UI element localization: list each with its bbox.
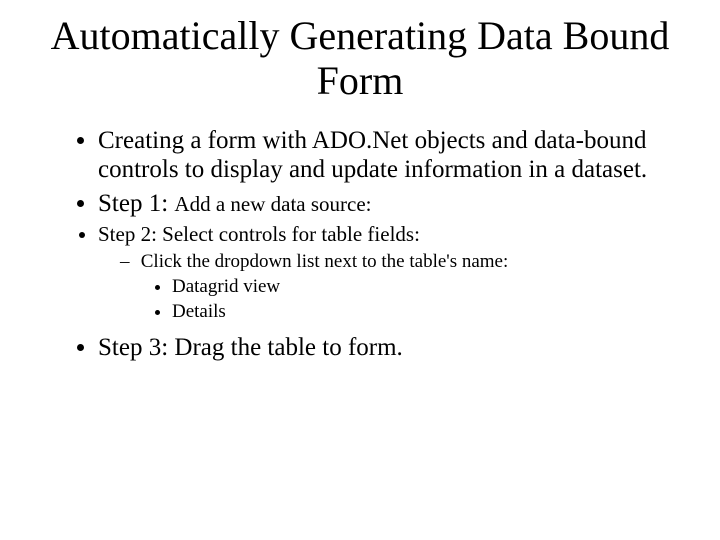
step2-sub: Click the dropdown list next to the tabl… <box>136 251 680 323</box>
bullet-intro: Creating a form with ADO.Net objects and… <box>98 126 680 185</box>
step2-sub-text: Click the dropdown list next to the tabl… <box>141 251 509 272</box>
step1-label: Step 1: <box>98 190 174 217</box>
bullet-step3: Step 3: Drag the table to form. <box>98 333 680 363</box>
slide-title: Automatically Generating Data Bound Form <box>40 14 680 104</box>
bullet-step2: Step 2: Select controls for table fields… <box>98 222 680 323</box>
step2-text: Step 2: Select controls for table fields… <box>98 222 420 246</box>
step2-sub-item-a: Datagrid view <box>172 276 680 298</box>
bullet-list: Creating a form with ADO.Net objects and… <box>40 126 680 363</box>
step2-subsublist: Datagrid view Details <box>136 276 680 323</box>
bullet-step1: Step 1: Add a new data source: <box>98 189 680 219</box>
step2-sublist: Click the dropdown list next to the tabl… <box>98 251 680 323</box>
step2-sub-item-b: Details <box>172 301 680 323</box>
slide: Automatically Generating Data Bound Form… <box>0 0 720 540</box>
step1-text: Add a new data source: <box>174 192 371 216</box>
